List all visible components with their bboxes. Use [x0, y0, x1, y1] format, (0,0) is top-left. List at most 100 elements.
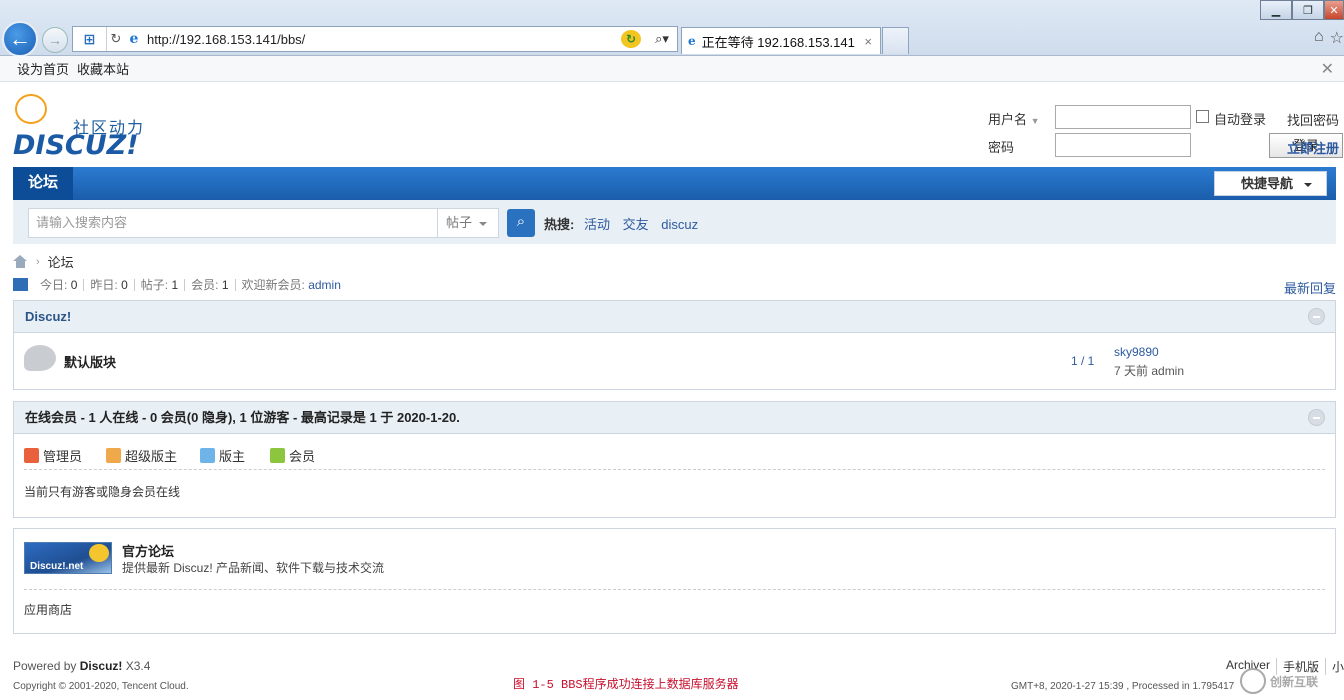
collapse-icon[interactable]: [1308, 308, 1325, 325]
link-logo-text: Discuz!.net: [30, 561, 84, 572]
minimize-icon[interactable]: ▁: [1260, 0, 1292, 20]
auto-login-label: 自动登录: [1214, 112, 1267, 127]
link-description: 提供最新 Discuz! 产品新闻、软件下载与技术交流: [122, 561, 385, 575]
stats-chart-icon: [13, 278, 28, 291]
forward-button[interactable]: →: [42, 27, 68, 53]
search-button[interactable]: ⌕: [507, 209, 535, 237]
logo-badge-icon: [89, 544, 109, 562]
online-title[interactable]: 在线会员 - 1 人在线 - 0 会员(0 隐身), 1 位游客 - 最高记录是…: [25, 410, 460, 425]
stat-today: 今日: 0: [34, 278, 85, 291]
online-legend: 管理员 超级版主 版主 会员: [24, 434, 1325, 470]
powered-by: Powered by Discuz! X3.4: [13, 659, 151, 673]
hot-keyword[interactable]: 活动: [584, 217, 610, 232]
copyright: Copyright © 2001-2020, Tencent Cloud.: [13, 681, 189, 692]
close-bar-icon[interactable]: ✕: [1321, 59, 1334, 79]
super-mod-user-icon: [106, 448, 121, 463]
close-icon[interactable]: ✕: [1324, 0, 1344, 20]
online-header: 在线会员 - 1 人在线 - 0 会员(0 隐身), 1 位游客 - 最高记录是…: [14, 402, 1335, 434]
category-header: Discuz!: [14, 301, 1335, 333]
watermark-text: 创新互联: [1270, 674, 1319, 689]
refresh-icon[interactable]: ↻: [107, 31, 125, 47]
search-dropdown-icon[interactable]: ⌕▾: [647, 31, 677, 47]
hot-search-label: 热搜:: [544, 217, 575, 232]
legend-mod: 版主: [200, 446, 245, 465]
newest-member-link[interactable]: admin: [308, 278, 341, 292]
favorites-bar: 设为首页 收藏本站 ✕: [0, 56, 1344, 82]
legend-super-mod: 超级版主: [106, 446, 177, 465]
window-controls: ▁ ❐ ✕: [1260, 0, 1344, 20]
app-store-link[interactable]: 应用商店: [14, 590, 1335, 630]
home-icon[interactable]: ⌂: [1314, 28, 1324, 48]
watermark-logo-icon: [1240, 668, 1266, 694]
home-icon[interactable]: [13, 255, 28, 268]
collapse-icon[interactable]: [1308, 409, 1325, 426]
stat-posts: 帖子: 1: [135, 278, 186, 291]
tab-close-icon[interactable]: ×: [864, 34, 872, 49]
forum-row: 默认版块 1 / 1 sky9890 7 天前 admin: [14, 333, 1335, 389]
search-type-select[interactable]: 帖子: [438, 208, 499, 238]
username-input[interactable]: [1055, 105, 1191, 129]
login-form: 用户名 ▼ 自动登录 找回密码 密码 登录 立即注册: [985, 104, 1344, 162]
discuz-net-logo[interactable]: Discuz!.net: [24, 542, 112, 574]
search-bar: 请输入搜索内容 帖子 ⌕ 热搜: 活动 交友 discuz: [13, 200, 1336, 244]
search-input[interactable]: 请输入搜索内容: [28, 208, 438, 238]
logo-text: DISCUZ!: [13, 130, 139, 161]
compat-view-icon[interactable]: ↻: [621, 30, 641, 48]
site-menu-icon[interactable]: ⊞: [73, 27, 107, 51]
favorites-star-icon[interactable]: ☆: [1330, 28, 1344, 48]
password-label: 密码: [988, 140, 1015, 155]
link-row: Discuz!.net 官方论坛 提供最新 Discuz! 产品新闻、软件下载与…: [24, 529, 1325, 590]
back-button[interactable]: ←: [2, 21, 38, 57]
browser-tab[interactable]: e 正在等待 192.168.153.141 ×: [681, 27, 881, 54]
breadcrumb-separator-icon: ›: [36, 255, 40, 268]
figure-caption: 图 1-5 BBS程序成功连接上数据库服务器: [513, 678, 739, 692]
last-post-user[interactable]: sky9890: [1114, 345, 1159, 359]
forum-bubble-icon: [24, 345, 56, 371]
auto-login-checkbox[interactable]: [1196, 110, 1209, 123]
admin-user-icon: [24, 448, 39, 463]
url-text[interactable]: http://192.168.153.141/bbs/: [143, 32, 621, 47]
browser-toolbar-icons: ⌂ ☆: [1314, 28, 1344, 48]
friend-links: Discuz!.net 官方论坛 提供最新 Discuz! 产品新闻、软件下载与…: [13, 528, 1336, 634]
site-logo[interactable]: 社区动力 DISCUZ!: [13, 94, 148, 161]
main-nav: 论坛 快捷导航: [13, 167, 1336, 200]
link-name[interactable]: 官方论坛: [122, 541, 174, 560]
quick-nav-button[interactable]: 快捷导航: [1214, 171, 1327, 196]
process-info: GMT+8, 2020-1-27 15:39 , Processed in 1.…: [1011, 681, 1235, 692]
hot-keyword[interactable]: 交友: [623, 217, 649, 232]
username-label[interactable]: 用户名 ▼: [988, 109, 1040, 128]
mod-user-icon: [200, 448, 215, 463]
logo-bubble-icon: [15, 94, 47, 124]
browser-chrome: ▁ ❐ ✕ ← → ⊞ ↻ e http://192.168.153.141/b…: [0, 0, 1344, 57]
set-home-link[interactable]: 设为首页: [17, 59, 69, 78]
last-post-time: 7 天前 admin: [1114, 364, 1185, 378]
nav-item-forum[interactable]: 论坛: [13, 167, 73, 200]
forum-category: Discuz! 默认版块 1 / 1 sky9890 7 天前 admin: [13, 300, 1336, 390]
member-user-icon: [270, 448, 285, 463]
online-members: 在线会员 - 1 人在线 - 0 会员(0 隐身), 1 位游客 - 最高记录是…: [13, 401, 1336, 518]
tab-title: 正在等待 192.168.153.141: [701, 34, 855, 50]
latest-replies-link[interactable]: 最新回复: [1284, 278, 1336, 297]
bookmark-link[interactable]: 收藏本站: [77, 59, 129, 78]
breadcrumb-current: 论坛: [47, 255, 74, 270]
online-message: 当前只有游客或隐身会员在线: [24, 485, 181, 499]
address-bar[interactable]: ⊞ ↻ e http://192.168.153.141/bbs/ ↻ ⌕▾: [72, 26, 678, 52]
search-icon: ⌕: [516, 213, 526, 230]
hot-keyword[interactable]: discuz: [661, 217, 698, 232]
watermark: 创新互联: [1240, 662, 1344, 700]
forum-stats: 今日: 0 昨日: 0 帖子: 1 会员: 1 欢迎新会员: admin: [13, 278, 347, 291]
forgot-password-link[interactable]: 找回密码: [1287, 110, 1339, 129]
category-title[interactable]: Discuz!: [25, 309, 71, 324]
restore-icon[interactable]: ❐: [1292, 0, 1324, 20]
legend-admin: 管理员: [24, 446, 82, 465]
stat-yesterday: 昨日: 0: [84, 278, 135, 291]
new-tab-button[interactable]: [882, 27, 909, 54]
stat-members: 会员: 1: [185, 278, 236, 291]
stat-newest-member: 欢迎新会员: admin: [241, 277, 341, 292]
forum-name[interactable]: 默认版块: [64, 352, 116, 371]
ie-logo-icon: e: [129, 31, 139, 47]
password-input[interactable]: [1055, 133, 1191, 157]
legend-member: 会员: [270, 446, 315, 465]
discuz-brand-link[interactable]: Discuz!: [80, 659, 123, 673]
register-link[interactable]: 立即注册: [1287, 138, 1339, 157]
